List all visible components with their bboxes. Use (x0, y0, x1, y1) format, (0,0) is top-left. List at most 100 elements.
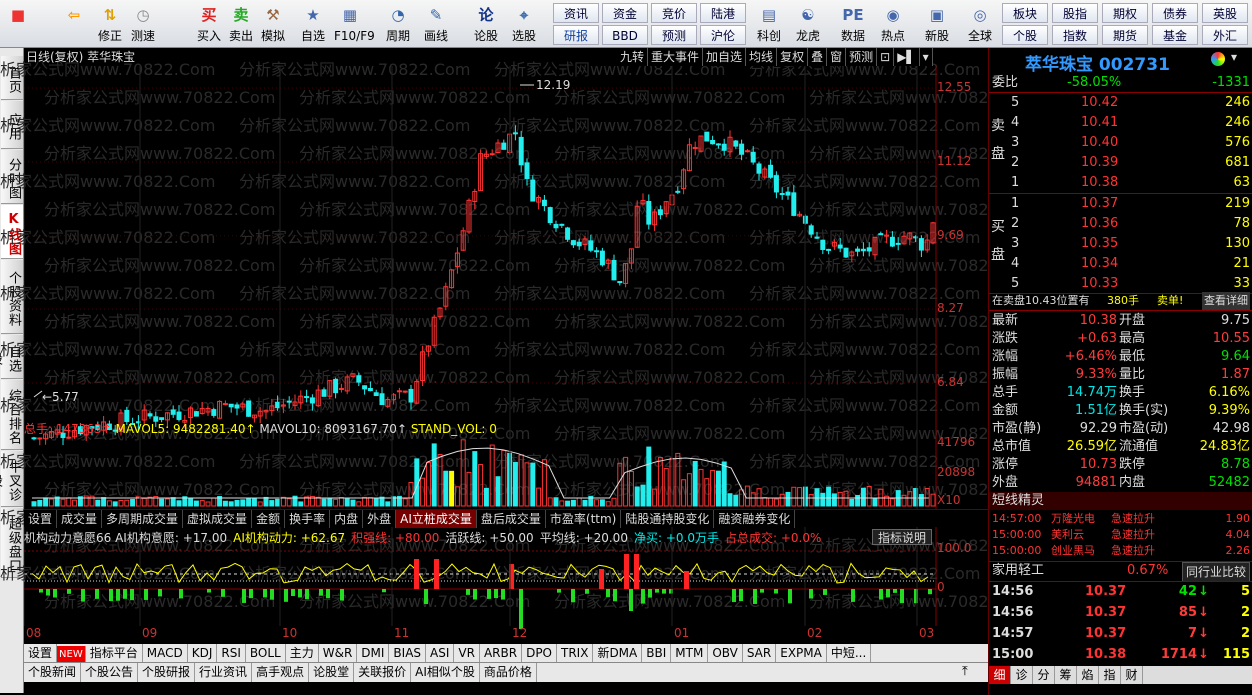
indicator-tab-asi[interactable]: ASI (426, 644, 455, 662)
indicator-tab-bbi[interactable]: BBI (642, 644, 672, 662)
menu-dropdown-icon[interactable]: ▾ (1231, 50, 1237, 64)
jingling-row[interactable]: 15:00:00 创业黑马 急速拉升 2.26 (989, 543, 1252, 559)
indicator-tab-item[interactable]: 设置 (24, 644, 58, 662)
industry-compare-button[interactable]: 同行业比较 (1181, 562, 1250, 582)
toolbar-mid-0[interactable]: ▤ 科创 (750, 2, 788, 46)
indicator-tab-dpo[interactable]: DPO (522, 644, 557, 662)
toolbar-market-1-2[interactable]: 期货 (1102, 25, 1148, 45)
subtab-0[interactable]: 设置 (24, 510, 58, 528)
subtab-10[interactable]: 市盈率(ttm) (546, 510, 622, 528)
period-button[interactable]: ◔ 周期 (382, 2, 414, 46)
subtab-3[interactable]: 虚拟成交量 (183, 510, 253, 528)
toolbar-link-0-1[interactable]: 资金 (602, 3, 648, 23)
indicator-tab-boll[interactable]: BOLL (246, 644, 286, 662)
indicator-tab-mtm[interactable]: MTM (671, 644, 709, 662)
toolbar-market-1-3[interactable]: 基金 (1152, 25, 1198, 45)
order-row[interactable]: 5 10.42 246 (989, 94, 1252, 112)
footer-tab-8[interactable]: 商品价格 (480, 663, 537, 682)
footer-tab-0[interactable]: 个股新闻 (24, 663, 82, 682)
toolbar-mid-2[interactable]: PE 数据 (834, 2, 872, 46)
toolbar-link-1-3[interactable]: 沪伦 (700, 25, 746, 45)
right-tab-2[interactable]: 分 (1033, 666, 1055, 684)
color-wheel-icon[interactable] (1211, 52, 1225, 66)
windows-logo-button[interactable]: ■ (2, 2, 34, 46)
vtab-6[interactable]: 综合排名 (1, 380, 23, 450)
subtab-9[interactable]: 盘后成交量 (477, 510, 546, 528)
star-button[interactable]: ★ 自选 (297, 2, 329, 46)
clock-button[interactable]: ◷ 测速 (127, 2, 159, 46)
jingling-row[interactable]: 14:57:00 万隆光电 急速拉升 1.90 (989, 511, 1252, 527)
indicator-tab-expma[interactable]: EXPMA (776, 644, 827, 662)
indicator-tab-vr[interactable]: VR (454, 644, 480, 662)
right-tab-0[interactable]: 细 (989, 666, 1011, 684)
toolbar-market-1-0[interactable]: 个股 (1002, 25, 1048, 45)
toolbar-link-0-0[interactable]: 资讯 (553, 3, 599, 23)
indicator-tab-trix[interactable]: TRIX (557, 644, 594, 662)
indicator-tab-bias[interactable]: BIAS (389, 644, 427, 662)
hammer-button[interactable]: ⚒ 模拟 (257, 2, 289, 46)
indicator-help-button[interactable]: 指标说明 (872, 529, 932, 545)
indicator-tab-kdj[interactable]: KDJ (188, 644, 218, 662)
subtab-6[interactable]: 内盘 (330, 510, 364, 528)
vtab-5[interactable]: 自选股 (0, 335, 23, 379)
indicator-tab-rsi[interactable]: RSI (217, 644, 246, 662)
toolbar-market-0-1[interactable]: 股指 (1052, 3, 1098, 23)
buy-button[interactable]: 买买入 (193, 2, 225, 46)
toolbar-mid-4[interactable]: ▣ 新股 (918, 2, 956, 46)
toolbar-market-0-0[interactable]: 板块 (1002, 3, 1048, 23)
subtab-1[interactable]: 成交量 (57, 510, 103, 528)
toolbar-market-0-4[interactable]: 英股 (1202, 3, 1248, 23)
right-tab-1[interactable]: 诊 (1011, 666, 1033, 684)
order-row[interactable]: 2 10.36 78 (989, 215, 1252, 233)
right-tab-6[interactable]: 财 (1121, 666, 1143, 684)
subtab-8[interactable]: AI立桩成交量 (396, 510, 477, 528)
toolbar-link-1-0[interactable]: 研报 (553, 25, 599, 45)
toolbar-mid-1[interactable]: ☯ 龙虎 (789, 2, 827, 46)
right-tab-3[interactable]: 筹 (1055, 666, 1077, 684)
vtab-2[interactable]: 分时图 (1, 150, 23, 204)
indicator-tab-arbr[interactable]: ARBR (480, 644, 523, 662)
back-arrow-button[interactable]: ⇦ (58, 2, 90, 46)
vtab-1[interactable]: 应用 (1, 101, 23, 149)
subtab-12[interactable]: 融资融券变化 (714, 510, 796, 528)
kline-panel[interactable]: 分析家公式网www.70822.Com 分析家公式网www.70822.Com 分析… (0, 48, 1040, 664)
indicator-tab-item[interactable]: 指标平台 (86, 644, 143, 662)
vtab-4[interactable]: 个股资料 (1, 260, 23, 334)
subtab-11[interactable]: 陆股通持股变化 (621, 510, 715, 528)
discuss-button[interactable]: 论论股 (470, 2, 502, 46)
pencil-button[interactable]: ✎ 画线 (420, 2, 452, 46)
order-row[interactable]: 4 10.41 246 (989, 114, 1252, 132)
toolbar-mid-5[interactable]: ◎ 全球 (961, 2, 999, 46)
indicator-tab-dma[interactable]: 新DMA (593, 644, 643, 662)
indicator-tab-macd[interactable]: MACD (143, 644, 188, 662)
scroll-top-icon[interactable]: ⤒ (962, 664, 968, 679)
footer-tab-7[interactable]: AI相似个股 (411, 663, 480, 682)
order-row[interactable]: 1 10.37 219 (989, 195, 1252, 213)
footer-tab-5[interactable]: 论股堂 (309, 663, 355, 682)
toolbar-link-1-1[interactable]: BBD (602, 25, 648, 45)
indicator-tab-dmi[interactable]: DMI (357, 644, 390, 662)
vtab-8[interactable]: 超级盘口 (1, 508, 23, 578)
toolbar-mid-3[interactable]: ◉ 热点 (874, 2, 912, 46)
order-row[interactable]: 1 10.38 63 (989, 174, 1252, 192)
select-stock-button[interactable]: ⌖ 选股 (508, 2, 540, 46)
footer-tab-4[interactable]: 高手观点 (252, 663, 310, 682)
toolbar-market-1-4[interactable]: 外汇 (1202, 25, 1248, 45)
up-down-button[interactable]: ⇅ 修正 (94, 2, 126, 46)
toolbar-market-1-1[interactable]: 指数 (1052, 25, 1098, 45)
subtab-7[interactable]: 外盘 (363, 510, 397, 528)
footer-tab-2[interactable]: 个股研报 (138, 663, 196, 682)
footer-tab-3[interactable]: 行业资讯 (195, 663, 253, 682)
order-row[interactable]: 3 10.35 130 (989, 235, 1252, 253)
toolbar-link-0-3[interactable]: 陆港 (700, 3, 746, 23)
subtab-5[interactable]: 换手率 (285, 510, 331, 528)
jingling-row[interactable]: 15:00:00 美利云 急速拉升 4.04 (989, 527, 1252, 543)
toolbar-market-0-2[interactable]: 期权 (1102, 3, 1148, 23)
right-tab-4[interactable]: 焰 (1077, 666, 1099, 684)
indicator-tab-item[interactable]: 主力 (286, 644, 319, 662)
f10-button[interactable]: ▦ F10/F9 (334, 2, 375, 46)
order-row[interactable]: 4 10.34 21 (989, 255, 1252, 273)
order-row[interactable]: 5 10.33 33 (989, 275, 1252, 293)
toolbar-link-0-2[interactable]: 竞价 (651, 3, 697, 23)
indicator-tab-w-r[interactable]: W&R (319, 644, 358, 662)
